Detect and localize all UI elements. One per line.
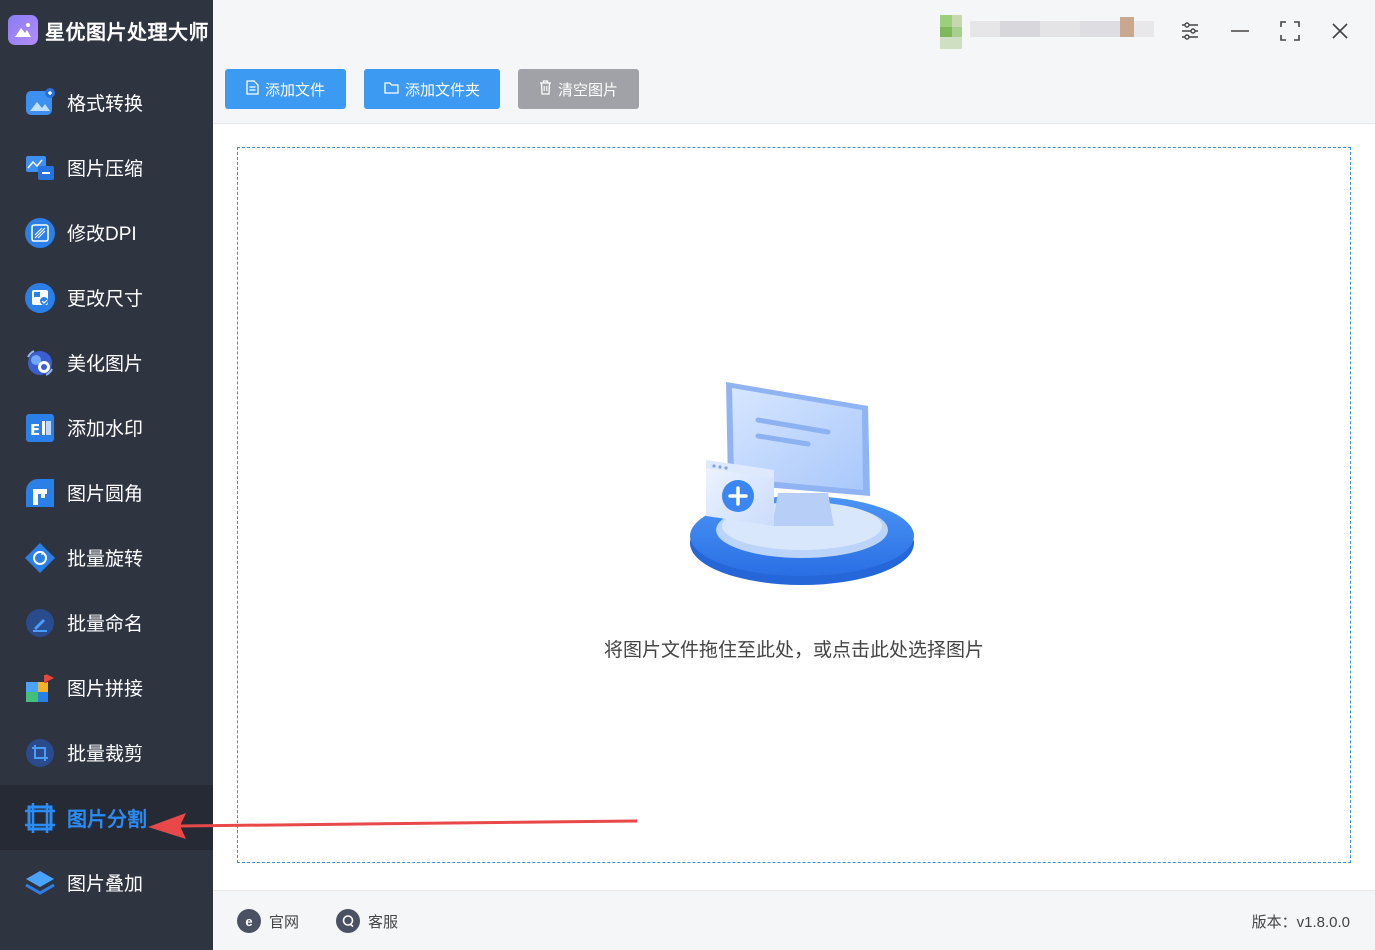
version-label: 版本：v1.8.0.0	[1251, 914, 1350, 931]
minimize-icon[interactable]	[1225, 16, 1255, 46]
close-icon[interactable]	[1325, 16, 1355, 46]
watermark-icon: E	[24, 412, 56, 444]
add-folder-button[interactable]: 添加文件夹	[364, 69, 500, 109]
sidebar-item-beautify[interactable]: 美化图片	[0, 330, 213, 395]
maximize-icon[interactable]	[1275, 16, 1305, 46]
layers-icon	[24, 867, 56, 899]
sidebar-item-label: 图片分割	[67, 809, 147, 831]
sidebar-item-batch-rotate[interactable]: 批量旋转	[0, 525, 213, 590]
sidebar-item-label: 更改尺寸	[67, 289, 144, 310]
round-corner-icon	[24, 477, 56, 509]
crop-icon	[24, 737, 56, 769]
add-file-button[interactable]: 添加文件	[225, 69, 346, 109]
monitor-upload-illustration	[678, 378, 918, 598]
sidebar-item-batch-crop[interactable]: 批量裁剪	[0, 720, 213, 785]
sidebar-item-image-stitch[interactable]: 图片拼接	[0, 655, 213, 720]
annotation-arrow-icon	[148, 813, 638, 839]
sidebar-item-image-overlay[interactable]: 图片叠加	[0, 850, 213, 915]
rename-icon	[24, 607, 56, 639]
settings-sliders-icon[interactable]	[1175, 16, 1205, 46]
split-icon	[24, 802, 56, 834]
sidebar-item-label: 图片压缩	[67, 159, 144, 180]
sidebar-item-batch-rename[interactable]: 批量命名	[0, 590, 213, 655]
support-link[interactable]: 客服	[336, 909, 398, 933]
resize-icon	[24, 282, 56, 314]
sidebar-item-label: 图片拼接	[67, 679, 144, 700]
sidebar-item-label: 修改DPI	[67, 224, 137, 245]
support-label: 客服	[368, 913, 399, 931]
app-logo-icon	[8, 15, 38, 45]
sidebar-item-label: 图片叠加	[67, 874, 144, 895]
sidebar-item-add-watermark[interactable]: E 添加水印	[0, 395, 213, 460]
website-label: 官网	[269, 913, 300, 931]
clear-images-label: 清空图片	[557, 81, 618, 99]
puzzle-icon	[24, 672, 56, 704]
folder-icon	[384, 81, 399, 98]
browser-icon: e	[237, 909, 261, 933]
website-link[interactable]: e 官网	[237, 909, 299, 933]
sidebar-nav: 格式转换 图片压缩 修改DPI 更改尺寸 美化图片 E 添加水印 图片圆角 批量…	[0, 70, 213, 915]
app-title: 星优图片处理大师	[45, 21, 209, 44]
sidebar-item-label: 批量命名	[67, 614, 144, 635]
trash-icon	[539, 79, 552, 99]
sidebar-item-label: 格式转换	[67, 94, 144, 115]
image-compress-icon	[24, 152, 56, 184]
sidebar-item-label: 添加水印	[67, 419, 144, 440]
image-convert-icon	[24, 87, 56, 119]
sidebar-item-resize[interactable]: 更改尺寸	[0, 265, 213, 330]
sidebar-item-label: 图片圆角	[67, 484, 144, 505]
add-folder-label: 添加文件夹	[404, 81, 480, 99]
rotate-icon	[24, 542, 56, 574]
sidebar-item-round-corner[interactable]: 图片圆角	[0, 460, 213, 525]
add-file-label: 添加文件	[264, 81, 325, 99]
clear-images-button[interactable]: 清空图片	[518, 69, 639, 109]
toolbar: 添加文件 添加文件夹 清空图片	[213, 60, 1375, 124]
app-header: 星优图片处理大师	[0, 0, 213, 60]
main-content: 将图片文件拖住至此处，或点击此处选择图片	[213, 124, 1375, 890]
account-avatar[interactable]	[940, 15, 1155, 49]
sidebar-item-image-compress[interactable]: 图片压缩	[0, 135, 213, 200]
sidebar-item-label: 美化图片	[67, 354, 144, 375]
dpi-icon	[24, 217, 56, 249]
sidebar-item-label: 批量旋转	[67, 549, 144, 570]
beautify-icon	[24, 347, 56, 379]
sidebar-item-label: 批量裁剪	[67, 744, 144, 765]
footer: e 官网 客服 版本：v1.8.0.0	[213, 890, 1375, 950]
sidebar-item-format-convert[interactable]: 格式转换	[0, 70, 213, 135]
file-drop-zone[interactable]: 将图片文件拖住至此处，或点击此处选择图片	[237, 147, 1351, 863]
chat-support-icon	[336, 909, 360, 933]
drop-zone-hint: 将图片文件拖住至此处，或点击此处选择图片	[603, 640, 984, 661]
sidebar-item-modify-dpi[interactable]: 修改DPI	[0, 200, 213, 265]
file-icon	[246, 79, 259, 99]
svg-text:E: E	[30, 421, 40, 439]
